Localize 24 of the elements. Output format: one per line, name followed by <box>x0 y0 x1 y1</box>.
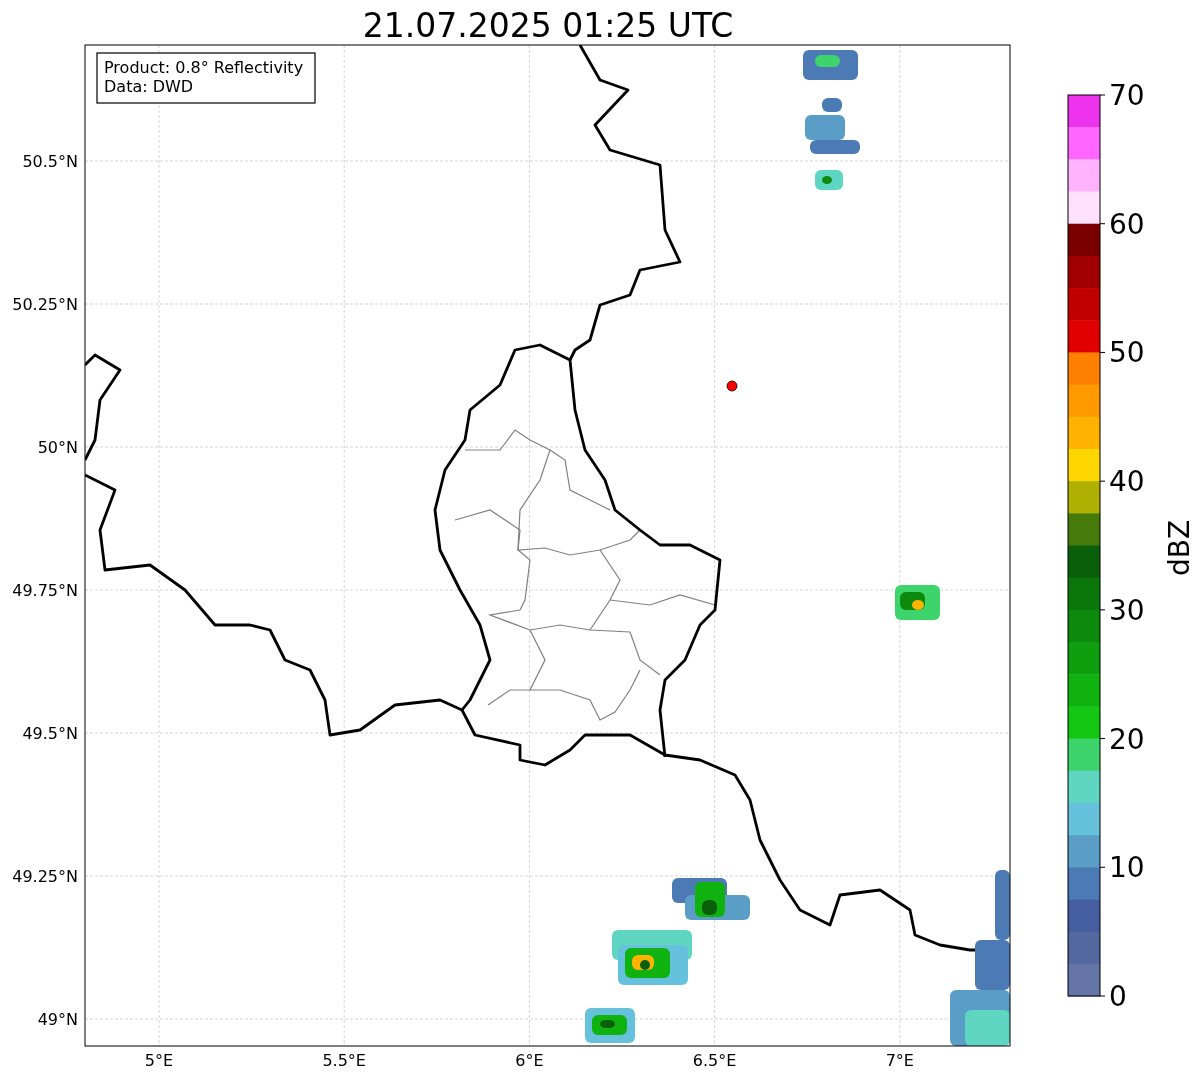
latitude-label: 50.25°N <box>12 295 78 314</box>
colorbar-tick-label: 60 <box>1109 207 1145 241</box>
colorbar-tick-label: 30 <box>1109 593 1145 627</box>
longitude-label: 6°E <box>515 1051 544 1070</box>
longitude-label: 5°E <box>144 1051 174 1070</box>
info-text: Data: DWD <box>104 77 194 96</box>
latitude-label: 49.5°N <box>22 724 78 743</box>
colorbar-label: dBZ <box>1163 519 1196 577</box>
latitude-label: 49°N <box>37 1010 78 1029</box>
longitude-label: 6.5°E <box>692 1051 737 1070</box>
latitude-label: 50.5°N <box>22 152 78 171</box>
latitude-label: 50°N <box>37 438 78 457</box>
longitude-label: 5.5°E <box>322 1051 366 1070</box>
colorbar-tick-label: 40 <box>1109 465 1145 499</box>
longitude-label: 7°E <box>885 1051 914 1070</box>
colorbar-tick-label: 20 <box>1109 722 1145 756</box>
colorbar-tick-label: 50 <box>1109 336 1145 370</box>
colorbar-tick-label: 70 <box>1109 79 1145 112</box>
colorbar-tick-label: 10 <box>1109 851 1145 885</box>
colorbar-tick-label: 0 <box>1109 980 1127 1013</box>
chart-title: 21.07.2025 01:25 UTC <box>362 6 734 45</box>
latitude-label: 49.25°N <box>12 867 78 886</box>
latitude-label: 49.75°N <box>12 581 78 600</box>
info-text: Product: 0.8° Reflectivity <box>104 58 304 77</box>
